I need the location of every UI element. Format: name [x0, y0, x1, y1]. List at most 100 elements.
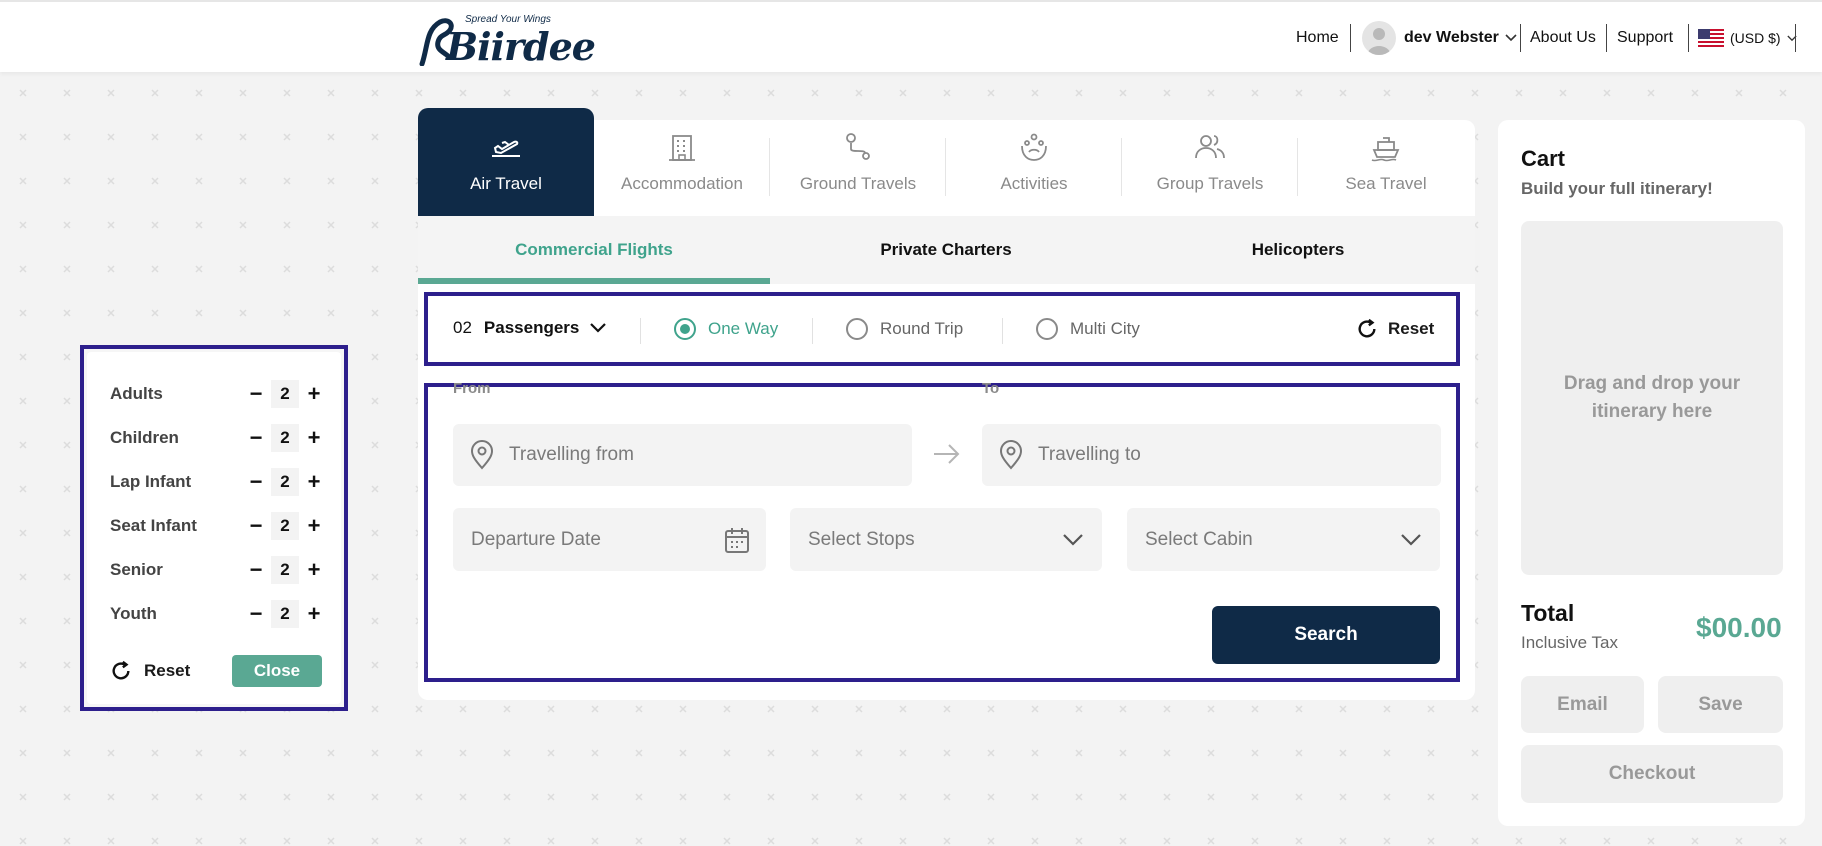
reset-icon — [112, 660, 130, 680]
radio-indicator — [846, 318, 868, 340]
departure-date-input[interactable]: Departure Date — [453, 508, 766, 571]
tab-accommodation[interactable]: Accommodation — [594, 108, 770, 216]
minus-button[interactable]: − — [245, 513, 267, 538]
close-button[interactable]: Close — [232, 655, 322, 687]
reset-icon — [1358, 318, 1376, 338]
nav-divider — [1688, 24, 1689, 52]
ship-icon — [1371, 137, 1400, 162]
minus-button[interactable]: − — [245, 557, 267, 582]
subtab-helicopters[interactable]: Helicopters — [1122, 216, 1474, 284]
plus-button[interactable]: + — [303, 381, 325, 406]
nav-divider — [1795, 24, 1796, 52]
email-button[interactable]: Email — [1521, 676, 1644, 733]
radio-label: Multi City — [1070, 319, 1140, 338]
plus-button[interactable]: + — [303, 557, 325, 582]
radio-one-way[interactable]: One Way — [674, 318, 778, 340]
tab-label: Group Travels — [1156, 174, 1264, 193]
minus-button[interactable]: − — [245, 469, 267, 494]
avatar — [1362, 21, 1396, 55]
chevron-down-icon — [1505, 34, 1517, 42]
quantity-stepper: − 2 + — [245, 600, 325, 628]
location-pin-icon — [999, 440, 1023, 470]
chevron-down-icon — [590, 323, 607, 333]
quantity-value: 2 — [271, 468, 299, 496]
itinerary-drop-zone[interactable]: Drag and drop your itinerary here — [1521, 221, 1783, 575]
search-button[interactable]: Search — [1212, 606, 1440, 664]
flight-type-subtabs: Commercial Flights Private Charters Heli… — [418, 216, 1475, 284]
radio-round-trip[interactable]: Round Trip — [846, 318, 963, 340]
divider — [812, 318, 813, 344]
radio-indicator — [1036, 318, 1058, 340]
travel-type-tabs: Air Travel Accommodation Ground Travels … — [418, 108, 1475, 216]
quantity-stepper: − 2 + — [245, 512, 325, 540]
save-button[interactable]: Save — [1658, 676, 1783, 733]
reset-label: Reset — [1388, 319, 1435, 338]
to-label: To — [982, 380, 1000, 397]
tab-label: Accommodation — [621, 174, 743, 193]
radio-multi-city[interactable]: Multi City — [1036, 318, 1140, 340]
nav-user-menu[interactable]: dev Webster — [1362, 21, 1517, 55]
passenger-row-adults: Adults − 2 + — [110, 380, 325, 408]
minus-button[interactable]: − — [245, 425, 267, 450]
minus-button[interactable]: − — [245, 381, 267, 406]
passenger-count: 02 — [453, 318, 472, 337]
activities-icon — [1021, 133, 1047, 161]
location-pin-icon — [470, 440, 494, 470]
plus-button[interactable]: + — [303, 513, 325, 538]
radio-indicator — [674, 318, 696, 340]
calendar-icon — [725, 527, 749, 553]
cart-subtitle: Build your full itinerary! — [1521, 179, 1713, 198]
quantity-value: 2 — [271, 512, 299, 540]
tab-air-travel[interactable]: Air Travel — [418, 108, 594, 216]
passenger-type-label: Senior — [110, 560, 163, 579]
cabin-select[interactable]: Select Cabin — [1127, 508, 1440, 571]
passenger-type-label: Youth — [110, 604, 157, 623]
chevron-down-icon — [1401, 533, 1421, 546]
subtab-private-charters[interactable]: Private Charters — [770, 216, 1122, 284]
chevron-down-icon — [1063, 533, 1083, 546]
subtab-commercial-flights[interactable]: Commercial Flights — [418, 216, 770, 284]
nav-divider — [1606, 24, 1607, 52]
departure-placeholder: Departure Date — [471, 528, 601, 550]
stops-select[interactable]: Select Stops — [790, 508, 1102, 571]
building-icon — [669, 135, 695, 161]
plus-button[interactable]: + — [303, 469, 325, 494]
tab-ground-travels[interactable]: Ground Travels — [770, 108, 946, 216]
radio-label: Round Trip — [880, 319, 964, 338]
brand-logo[interactable]: Spread Your Wings Biirdee — [418, 12, 596, 69]
group-icon — [1195, 135, 1225, 159]
passenger-type-label: Children — [110, 428, 179, 447]
nav-home[interactable]: Home — [1296, 24, 1339, 52]
passengers-label: Passengers — [483, 318, 580, 337]
minus-button[interactable]: − — [245, 601, 267, 626]
plus-button[interactable]: + — [303, 425, 325, 450]
tax-label: Inclusive Tax — [1521, 633, 1619, 652]
from-input[interactable]: Travelling from — [453, 424, 912, 486]
popup-reset-button[interactable]: Reset — [110, 660, 190, 682]
to-input[interactable]: Travelling to — [982, 424, 1441, 486]
passenger-type-label: Seat Infant — [110, 516, 197, 535]
user-name: dev Webster — [1404, 29, 1499, 46]
to-placeholder: Travelling to — [1038, 444, 1141, 465]
plus-button[interactable]: + — [303, 601, 325, 626]
nav-support[interactable]: Support — [1617, 24, 1673, 52]
nav-about-us[interactable]: About Us — [1530, 24, 1596, 52]
passenger-row-lap-infant: Lap Infant − 2 + — [110, 468, 325, 496]
cart-title: Cart — [1521, 146, 1566, 171]
divider — [640, 318, 641, 344]
currency-label: (USD $) — [1730, 30, 1781, 46]
us-flag-icon — [1698, 29, 1724, 47]
tab-activities[interactable]: Activities — [946, 108, 1122, 216]
tab-label: Air Travel — [470, 174, 542, 193]
tab-group-travels[interactable]: Group Travels — [1122, 108, 1298, 216]
route-icon — [846, 133, 870, 160]
trip-reset-button[interactable]: Reset — [1356, 318, 1434, 340]
currency-selector[interactable]: (USD $) — [1698, 24, 1797, 52]
checkout-button[interactable]: Checkout — [1521, 745, 1783, 803]
cabin-value: Select Cabin — [1145, 528, 1253, 550]
tab-sea-travel[interactable]: Sea Travel — [1298, 108, 1474, 216]
brand-name: Biirdee — [446, 24, 596, 69]
quantity-value: 2 — [271, 600, 299, 628]
passengers-dropdown[interactable]: 02 Passengers — [453, 318, 607, 338]
nav-divider — [1520, 24, 1521, 52]
